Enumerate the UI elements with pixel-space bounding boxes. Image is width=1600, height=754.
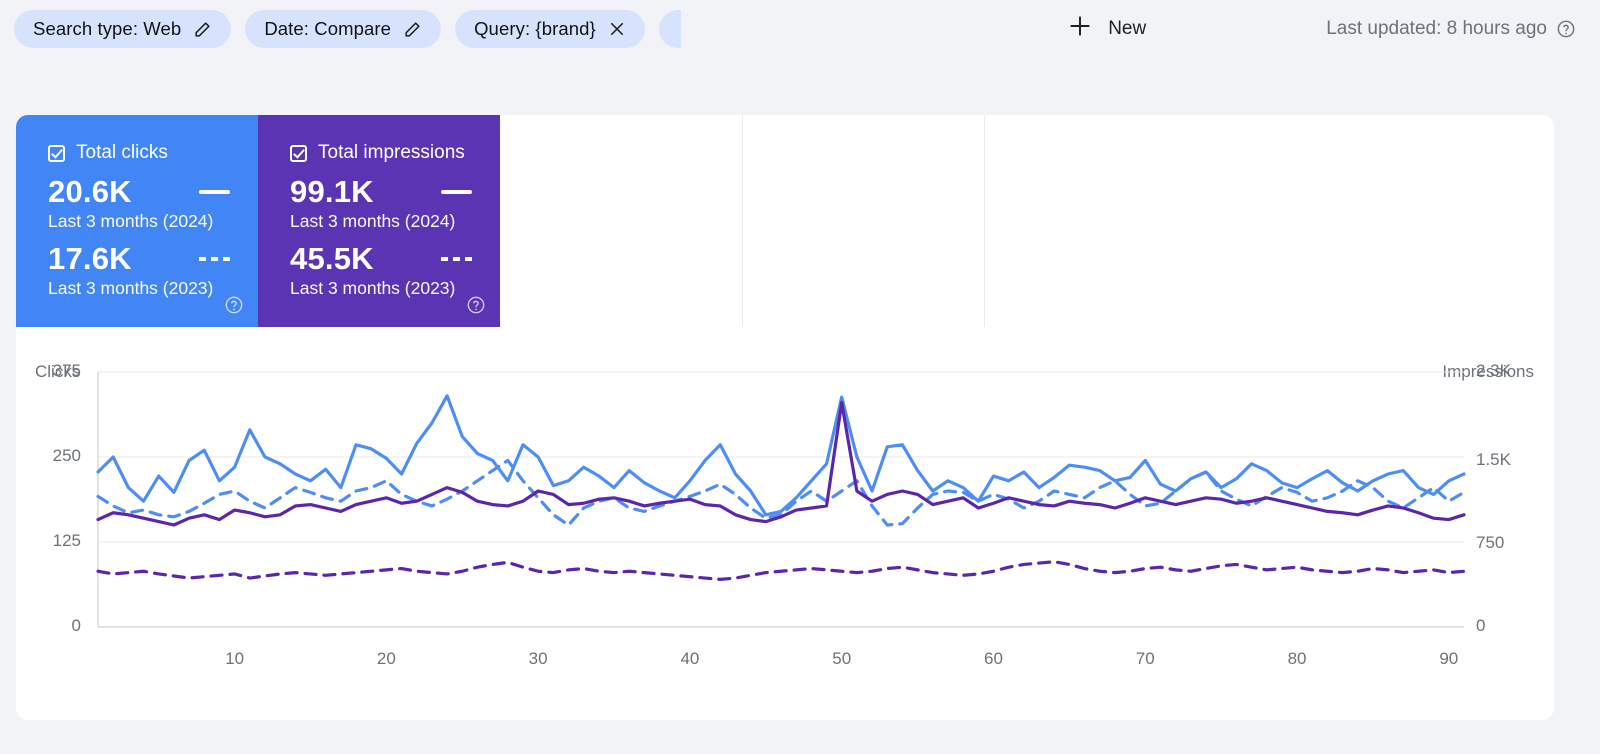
metric-current-value: 99.1K: [290, 174, 374, 209]
metric-slot-divider: [742, 115, 743, 327]
metric-current-row: 20.6K: [48, 174, 230, 209]
x-axis-tick-label: 20: [376, 649, 396, 668]
performance-chart: Clicks Impressions 0 125 250 375 0 750 1.5K 2.3…: [16, 327, 1554, 720]
legend-dashed-line-icon: [441, 257, 472, 262]
header-actions: New Last updated: 8 hours ago: [1057, 7, 1600, 51]
legend-solid-line-icon: [441, 190, 472, 195]
filter-chip-label: Query: {brand}: [474, 18, 596, 39]
pencil-icon[interactable]: [193, 20, 212, 39]
chart-series-line: [96, 560, 1466, 581]
performance-panel: Total clicks 20.6K Last 3 months (2024) …: [16, 115, 1554, 720]
filter-chip-overflow[interactable]: [658, 10, 681, 48]
y2-axis-tick-label: 1.5K: [1476, 449, 1511, 469]
x-axis-tick-label: 60: [984, 649, 1003, 668]
legend-dashed-line-icon: [199, 257, 230, 262]
metric-card-row: Total clicks 20.6K Last 3 months (2024) …: [16, 115, 985, 327]
filter-chip-label: Search type: Web: [33, 18, 182, 39]
y-axis-tick-label: 125: [52, 531, 81, 550]
metric-previous-row: 17.6K: [48, 241, 230, 277]
metric-slot-divider: [984, 115, 985, 327]
x-axis-tick-label: 90: [1439, 649, 1459, 668]
x-axis-tick-label: 10: [225, 649, 245, 668]
y-axis-tick-label: 250: [52, 446, 81, 465]
y-axis-tick-label: 0: [71, 616, 81, 635]
metric-current-row: 99.1K: [290, 174, 472, 209]
y2-axis-tick-label: 750: [1476, 532, 1505, 552]
filter-chip-query[interactable]: Query: {brand}: [455, 10, 645, 48]
checkbox-checked-icon[interactable]: [290, 144, 307, 162]
filter-chip-list: Search type: Web Date: Compare Query: {b…: [0, 10, 681, 48]
last-updated-text: Last updated: 8 hours ago: [1326, 18, 1547, 39]
x-axis-tick-label: 30: [528, 649, 548, 668]
plus-icon: [1067, 13, 1093, 45]
metric-current-value: 20.6K: [48, 174, 132, 209]
metric-current-label: Last 3 months (2024): [290, 211, 456, 232]
metric-previous-row: 45.5K: [290, 241, 472, 277]
metric-card-total-clicks[interactable]: Total clicks 20.6K Last 3 months (2024) …: [16, 115, 258, 327]
y2-axis-tick-label: 0: [1476, 616, 1486, 635]
metric-card-header: Total impressions: [290, 142, 500, 164]
pencil-icon[interactable]: [403, 20, 422, 39]
x-axis-tick-label: 80: [1287, 649, 1307, 668]
metric-card-total-impressions[interactable]: Total impressions 99.1K Last 3 months (2…: [258, 115, 500, 327]
legend-solid-line-icon: [199, 190, 230, 195]
search-console-performance-page: Search type: Web Date: Compare Query: {b…: [0, 0, 1600, 754]
metric-card-title: Total impressions: [318, 142, 465, 163]
y-axis-tick-label: 375: [52, 361, 81, 380]
new-button-label: New: [1108, 18, 1147, 39]
x-axis-tick-label: 50: [832, 649, 852, 668]
filter-chip-label: Date: Compare: [264, 18, 392, 39]
new-button[interactable]: New: [1057, 7, 1156, 51]
chart-series-line: [96, 400, 1466, 527]
metric-current-label: Last 3 months (2024): [48, 211, 214, 232]
metric-card-header: Total clicks: [48, 142, 258, 164]
metric-previous-value: 17.6K: [48, 241, 132, 277]
close-icon[interactable]: [608, 20, 626, 38]
metric-previous-value: 45.5K: [290, 241, 374, 277]
checkbox-checked-icon[interactable]: [48, 144, 65, 162]
help-icon[interactable]: [1556, 19, 1576, 39]
help-icon[interactable]: [224, 295, 244, 315]
help-icon[interactable]: [466, 295, 486, 315]
chart-series-line: [96, 394, 1466, 517]
metric-card-title: Total clicks: [76, 142, 168, 163]
filter-bar: Search type: Web Date: Compare Query: {b…: [0, 0, 1600, 58]
filter-chip-search-type[interactable]: Search type: Web: [14, 10, 232, 48]
last-updated-status: Last updated: 8 hours ago: [1326, 18, 1600, 40]
x-axis-tick-label: 70: [1135, 649, 1155, 668]
x-axis-tick-label: 40: [680, 649, 700, 668]
chart-plot-svg[interactable]: [16, 327, 1554, 720]
y2-axis-tick-label: 2.3K: [1476, 361, 1511, 380]
filter-chip-date[interactable]: Date: Compare: [245, 10, 442, 48]
